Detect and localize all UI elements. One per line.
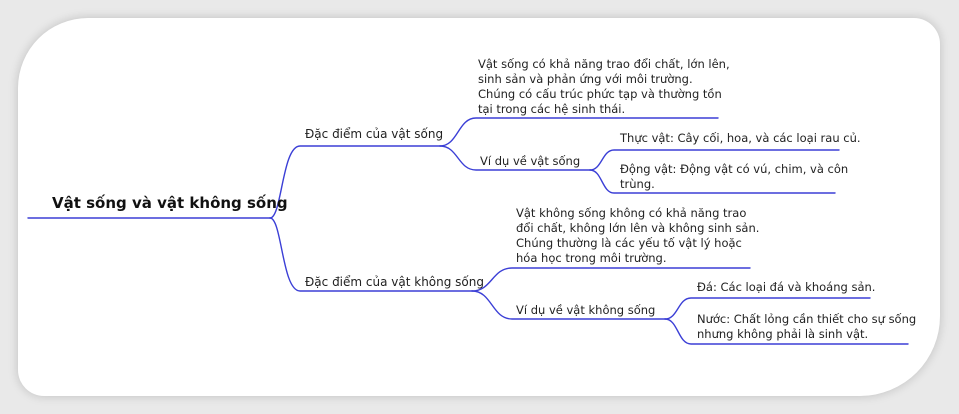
examples-living-title[interactable]: Ví dụ về vật sống	[480, 154, 580, 169]
example-rocks[interactable]: Đá: Các loại đá và khoáng sản.	[697, 280, 875, 295]
branch-nonliving-description[interactable]: Vật không sống không có khả năng trao đổi…	[516, 206, 776, 266]
branch-living-description[interactable]: Vật sống có khả năng trao đổi chất, lớn …	[478, 57, 738, 117]
examples-nonliving-title[interactable]: Ví dụ về vật không sống	[516, 303, 655, 318]
example-plants[interactable]: Thực vật: Cây cối, hoa, và các loại rau …	[620, 131, 861, 146]
example-animals[interactable]: Động vật: Động vật có vú, chim, và côn tr…	[620, 162, 850, 192]
branch-living-title[interactable]: Đặc điểm của vật sống	[305, 127, 443, 142]
example-water[interactable]: Nước: Chất lỏng cần thiết cho sự sống như…	[697, 312, 927, 342]
root-topic[interactable]: Vật sống và vật không sống	[52, 194, 288, 212]
mind-map: Vật sống và vật không sống Đặc điểm của …	[0, 0, 959, 414]
branch-nonliving-title[interactable]: Đặc điểm của vật không sống	[305, 275, 484, 290]
link-root-branch1	[269, 145, 441, 219]
